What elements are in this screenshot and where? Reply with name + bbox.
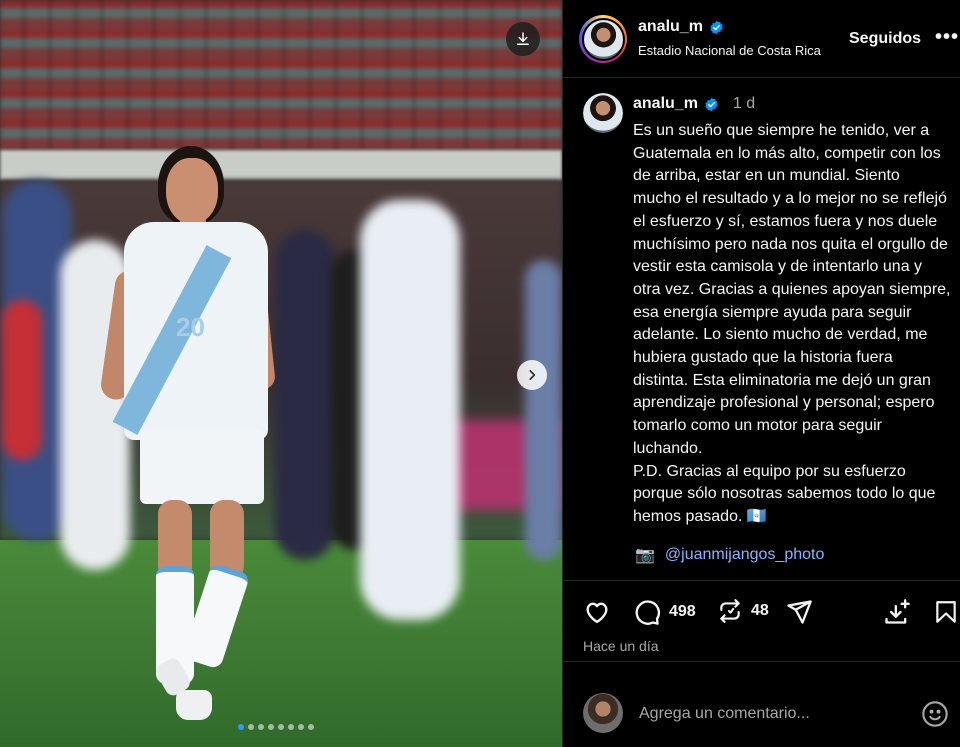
- player-face: [166, 158, 218, 224]
- photographer-mention-link[interactable]: @juanmijangos_photo: [665, 546, 824, 564]
- next-slide-button[interactable]: [517, 360, 547, 390]
- repost-icon: [720, 599, 740, 623]
- profile-avatar[interactable]: [579, 15, 627, 63]
- reposts-count: 48: [751, 602, 769, 619]
- background-player: [525, 260, 562, 560]
- comment-input[interactable]: [639, 705, 909, 723]
- post-time-ago[interactable]: Hace un día: [583, 638, 659, 654]
- download-icon: [517, 32, 529, 45]
- more-options-button[interactable]: •••: [935, 26, 959, 49]
- jersey-number: 20: [176, 312, 205, 342]
- comments-count: 498: [669, 603, 696, 620]
- emoji-icon[interactable]: [921, 700, 949, 728]
- add-to-collection-button[interactable]: [883, 598, 911, 626]
- carousel-indicator: [238, 724, 314, 730]
- carousel-dot: [288, 724, 294, 730]
- post-photo[interactable]: 20: [0, 0, 562, 747]
- carousel-dot: [308, 724, 314, 730]
- send-icon: [787, 600, 812, 624]
- verified-badge-icon: [705, 97, 718, 111]
- post-side-panel: analu_m Estadio Nacional de Costa Rica S…: [562, 0, 960, 747]
- avatar-image: [583, 19, 623, 59]
- caption-text: Es un sueño que siempre he tenido, ver a…: [633, 122, 951, 525]
- repost-button[interactable]: 48: [717, 598, 769, 624]
- heart-icon: [586, 602, 608, 624]
- background-player: [360, 200, 460, 620]
- current-user-avatar: [583, 693, 623, 733]
- caption-avatar[interactable]: [583, 93, 623, 133]
- stadium-stands: [0, 0, 562, 150]
- verified-badge-icon: [710, 20, 723, 34]
- carousel-dot: [298, 724, 304, 730]
- share-button[interactable]: [785, 598, 813, 626]
- carousel-dot: [268, 724, 274, 730]
- following-button[interactable]: Seguidos: [849, 30, 921, 48]
- header-location[interactable]: Estadio Nacional de Costa Rica: [638, 43, 821, 58]
- photo-credit: 📷 @juanmijangos_photo: [635, 545, 824, 565]
- bookmark-icon: [936, 601, 956, 623]
- caption-section: analu_m 1 d Es un sueño que siempre he t…: [563, 78, 960, 581]
- background-player: [2, 300, 42, 460]
- caption-username[interactable]: analu_m: [633, 95, 698, 113]
- carousel-dot: [258, 724, 264, 730]
- download-button[interactable]: [506, 22, 540, 56]
- stadium-wall: [0, 150, 562, 180]
- download-plus-icon: [885, 599, 910, 624]
- header-username[interactable]: analu_m: [638, 18, 703, 36]
- camera-icon: 📷: [635, 547, 655, 564]
- like-button[interactable]: [583, 598, 611, 626]
- carousel-dot: [248, 724, 254, 730]
- comment-button[interactable]: 498: [633, 598, 696, 626]
- player-shoe: [176, 690, 212, 720]
- carousel-dot-active: [238, 724, 244, 730]
- action-bar: 498 48 Hace un día: [563, 581, 960, 661]
- caption-username-row: analu_m 1 d: [633, 95, 755, 113]
- post-header: analu_m Estadio Nacional de Costa Rica S…: [563, 0, 960, 78]
- comment-bubble-icon: [635, 600, 660, 625]
- chevron-right-icon: [529, 370, 536, 380]
- player-shorts: [140, 430, 264, 504]
- add-comment-section: [563, 661, 960, 747]
- save-button[interactable]: [933, 598, 959, 626]
- header-username-row: analu_m: [638, 18, 724, 36]
- carousel-dot: [278, 724, 284, 730]
- background-player: [275, 230, 335, 560]
- caption-timestamp[interactable]: 1 d: [733, 95, 755, 113]
- field-grass: [0, 540, 562, 747]
